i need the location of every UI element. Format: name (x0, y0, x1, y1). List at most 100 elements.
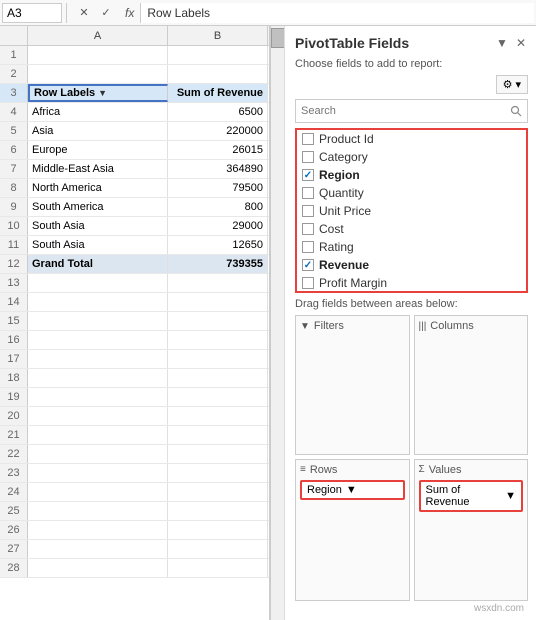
gear-settings-button[interactable]: ⚙ ▾ (496, 75, 528, 94)
formula-input[interactable] (140, 3, 534, 23)
cell-col-a[interactable]: South Asia (28, 217, 168, 235)
formula-cancel-button[interactable]: ✕ (75, 4, 93, 22)
cell-col-b[interactable]: 364890 (168, 160, 268, 178)
field-checkbox[interactable] (302, 277, 314, 289)
cell-col-b[interactable]: 79500 (168, 179, 268, 197)
field-item[interactable]: Quantity (297, 184, 526, 202)
cell-col-a[interactable] (28, 521, 168, 539)
cell-col-a[interactable]: Row Labels ▼ (28, 84, 168, 102)
cell-col-b[interactable] (168, 350, 268, 368)
pivot-chevron-icon[interactable]: ▼ (494, 34, 510, 52)
table-row[interactable]: 2 (0, 65, 269, 84)
cell-col-a[interactable]: Europe (28, 141, 168, 159)
cell-col-a[interactable] (28, 502, 168, 520)
cell-col-b[interactable]: Sum of Revenue (168, 84, 268, 102)
values-chip[interactable]: Sum of Revenue▼ (419, 480, 524, 512)
cell-col-a[interactable] (28, 388, 168, 406)
cell-col-a[interactable] (28, 274, 168, 292)
cell-col-b[interactable] (168, 540, 268, 558)
cell-col-b[interactable] (168, 483, 268, 501)
table-row[interactable]: 19 (0, 388, 269, 407)
cell-col-a[interactable] (28, 483, 168, 501)
cell-col-a[interactable] (28, 293, 168, 311)
field-item[interactable]: Unit Price (297, 202, 526, 220)
cell-col-b[interactable]: 29000 (168, 217, 268, 235)
field-checkbox[interactable]: ✓ (302, 169, 314, 181)
field-checkbox[interactable] (302, 241, 314, 253)
search-input[interactable] (296, 100, 505, 122)
cell-col-a[interactable] (28, 350, 168, 368)
area-box-values[interactable]: ΣValuesSum of Revenue▼ (414, 459, 529, 602)
field-checkbox[interactable] (302, 151, 314, 163)
cell-col-b[interactable] (168, 312, 268, 330)
cell-col-a[interactable] (28, 369, 168, 387)
filter-icon[interactable]: ▼ (98, 88, 107, 98)
field-item[interactable]: Product Id (297, 130, 526, 148)
cell-col-b[interactable] (168, 331, 268, 349)
field-item[interactable]: Profit Margin (297, 274, 526, 292)
table-row[interactable]: 5Asia220000 (0, 122, 269, 141)
table-row[interactable]: 21 (0, 426, 269, 445)
formula-confirm-button[interactable]: ✓ (97, 4, 115, 22)
area-box-columns[interactable]: |||Columns (414, 315, 529, 455)
cell-col-a[interactable] (28, 407, 168, 425)
table-row[interactable]: 11South Asia12650 (0, 236, 269, 255)
col-header-b[interactable]: B (168, 26, 268, 46)
table-row[interactable]: 18 (0, 369, 269, 388)
cell-col-a[interactable]: Middle-East Asia (28, 160, 168, 178)
rows-chip[interactable]: Region▼ (300, 480, 405, 500)
cell-col-a[interactable] (28, 464, 168, 482)
table-row[interactable]: 6Europe26015 (0, 141, 269, 160)
cell-col-b[interactable] (168, 46, 268, 64)
values-chip-dropdown-icon[interactable]: ▼ (505, 490, 516, 502)
table-row[interactable]: 10South Asia29000 (0, 217, 269, 236)
cell-col-b[interactable] (168, 65, 268, 83)
field-checkbox[interactable] (302, 133, 314, 145)
field-item[interactable]: ✓Region (297, 166, 526, 184)
cell-col-b[interactable]: 26015 (168, 141, 268, 159)
table-row[interactable]: 16 (0, 331, 269, 350)
table-row[interactable]: 26 (0, 521, 269, 540)
cell-col-a[interactable]: North America (28, 179, 168, 197)
cell-reference-input[interactable]: A3 (2, 3, 62, 23)
table-row[interactable]: 24 (0, 483, 269, 502)
table-row[interactable]: 8North America79500 (0, 179, 269, 198)
table-row[interactable]: 25 (0, 502, 269, 521)
cell-col-a[interactable] (28, 559, 168, 577)
table-row[interactable]: 13 (0, 274, 269, 293)
cell-col-b[interactable] (168, 502, 268, 520)
cell-col-b[interactable]: 12650 (168, 236, 268, 254)
table-row[interactable]: 17 (0, 350, 269, 369)
table-row[interactable]: 23 (0, 464, 269, 483)
cell-col-b[interactable] (168, 274, 268, 292)
cell-col-b[interactable] (168, 559, 268, 577)
cell-col-b[interactable] (168, 407, 268, 425)
table-row[interactable]: 1 (0, 46, 269, 65)
cell-col-a[interactable] (28, 540, 168, 558)
table-row[interactable]: 28 (0, 559, 269, 578)
table-row[interactable]: 3Row Labels ▼Sum of Revenue (0, 84, 269, 103)
field-checkbox[interactable] (302, 223, 314, 235)
cell-col-a[interactable] (28, 331, 168, 349)
field-item[interactable]: Category (297, 148, 526, 166)
table-row[interactable]: 9South America800 (0, 198, 269, 217)
table-row[interactable]: 20 (0, 407, 269, 426)
cell-col-b[interactable] (168, 464, 268, 482)
cell-col-b[interactable] (168, 426, 268, 444)
area-box-filters[interactable]: ▼Filters (295, 315, 410, 455)
table-row[interactable]: 12Grand Total739355 (0, 255, 269, 274)
table-row[interactable]: 15 (0, 312, 269, 331)
col-header-a[interactable]: A (28, 26, 168, 46)
cell-col-a[interactable]: South Asia (28, 236, 168, 254)
vertical-scrollbar[interactable] (270, 26, 284, 620)
cell-col-b[interactable]: 800 (168, 198, 268, 216)
cell-col-b[interactable] (168, 445, 268, 463)
table-row[interactable]: 7Middle-East Asia364890 (0, 160, 269, 179)
cell-col-a[interactable]: Asia (28, 122, 168, 140)
cell-col-b[interactable] (168, 521, 268, 539)
cell-col-b[interactable] (168, 293, 268, 311)
cell-col-a[interactable]: Grand Total (28, 255, 168, 273)
pivot-close-icon[interactable]: ✕ (514, 34, 528, 52)
cell-col-b[interactable]: 739355 (168, 255, 268, 273)
cell-col-a[interactable] (28, 65, 168, 83)
